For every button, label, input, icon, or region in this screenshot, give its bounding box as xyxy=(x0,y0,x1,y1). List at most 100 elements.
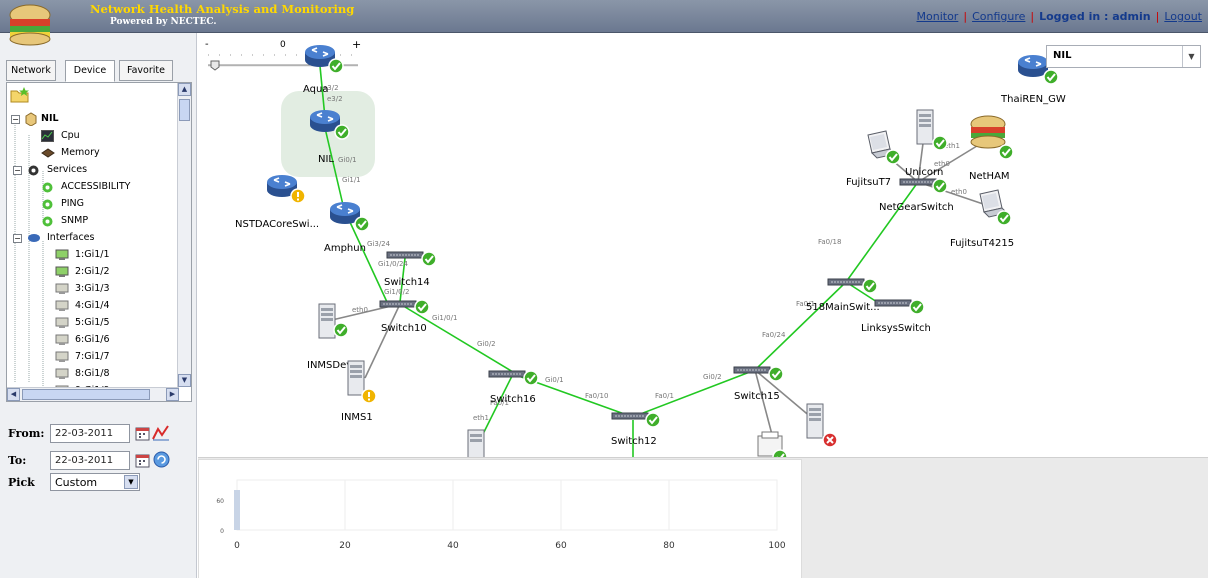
port-label: Fa0/18 xyxy=(818,238,841,246)
x-tick-label: 40 xyxy=(447,541,459,551)
collapse-toggle[interactable]: − xyxy=(13,234,22,243)
port-label: Gi1/0/1 xyxy=(432,314,457,322)
topology-canvas[interactable]: - 0 + e3/2 e3/2 Gi0/1 Gi1/1 Gi3/24 Gi1/0… xyxy=(198,33,1208,457)
node-inmsdev[interactable]: INMSDev xyxy=(307,303,352,371)
port-label: Gi1/1 xyxy=(342,176,361,184)
port-label: Gi0/1 xyxy=(545,376,564,384)
chart-icon[interactable] xyxy=(152,424,170,441)
header-bar: Network Health Analysis and Monitoring P… xyxy=(0,0,1208,33)
to-date-input[interactable]: 22-03-2011 xyxy=(50,451,130,470)
device-box-icon xyxy=(25,112,37,126)
port-label: e3/2 xyxy=(327,95,343,103)
node-netham[interactable]: NetHAM xyxy=(969,115,1014,182)
pick-label: Pick xyxy=(8,476,35,489)
node-fujitsut7[interactable]: FujitsuT7 xyxy=(846,130,901,188)
tree-item-label: NIL xyxy=(41,113,59,124)
scroll-up-button[interactable]: ▲ xyxy=(178,83,191,96)
tree-item-label: 7:Gi1/7 xyxy=(75,351,110,362)
pick-range-value: Custom xyxy=(55,476,98,489)
port-label: Gi0/2 xyxy=(477,340,496,348)
hscroll-thumb[interactable] xyxy=(22,389,150,400)
top-nav: Monitor | Configure | Logged in : admin | Logo… xyxy=(916,10,1202,23)
chart-panel: 0 20 40 60 80 100 60 0 xyxy=(198,459,802,578)
node-label: Switch15 xyxy=(734,391,780,402)
port-label: Gi0/1 xyxy=(338,156,357,164)
node-label: FujitsuT7 xyxy=(846,177,891,188)
tab-network[interactable]: Network xyxy=(6,60,56,81)
app-logo-icon xyxy=(9,4,51,46)
zoom-zero: 0 xyxy=(280,40,286,50)
zoom-plus[interactable]: + xyxy=(352,38,361,51)
from-calendar-icon[interactable] xyxy=(135,426,151,441)
node-label: LinksysSwitch xyxy=(861,323,931,334)
node-amphun[interactable]: Amphun xyxy=(324,201,370,254)
device-select-value: NIL xyxy=(1053,50,1072,61)
tab-favorite[interactable]: Favorite xyxy=(119,60,173,81)
interface-monitor-icon xyxy=(55,300,69,311)
refresh-icon[interactable] xyxy=(153,451,170,468)
to-calendar-icon[interactable] xyxy=(135,453,151,468)
monitor-link[interactable]: Monitor xyxy=(917,10,959,23)
node-switch12[interactable]: Switch12 xyxy=(611,412,661,447)
scroll-thumb[interactable] xyxy=(179,99,190,121)
node-fujitsut4215[interactable]: FujitsuT4215 xyxy=(950,189,1014,249)
node-label: Switch10 xyxy=(381,323,427,334)
port-label: eth1 xyxy=(473,414,489,422)
scroll-right-button[interactable]: ▶ xyxy=(166,388,179,401)
device-select[interactable]: NIL ▼ xyxy=(1046,45,1201,68)
port-label: Fa0/10 xyxy=(585,392,608,400)
chevron-down-icon[interactable]: ▼ xyxy=(124,475,138,489)
interface-monitor-icon xyxy=(55,351,69,362)
port-label: Gi3/24 xyxy=(367,240,391,248)
port-label: Fa0/1 xyxy=(655,392,674,400)
collapse-toggle[interactable]: − xyxy=(11,115,20,124)
node-partial-printer[interactable] xyxy=(757,431,788,457)
interface-monitor-icon xyxy=(55,317,69,328)
configure-link[interactable]: Configure xyxy=(972,10,1025,23)
zoom-minus[interactable]: - xyxy=(205,39,209,50)
traffic-chart: 0 20 40 60 80 100 60 0 xyxy=(216,479,786,551)
node-label: Switch16 xyxy=(490,394,536,405)
node-switch16[interactable]: Switch16 xyxy=(488,370,539,405)
scroll-down-button[interactable]: ▼ xyxy=(178,374,191,387)
topology-map[interactable]: - 0 + e3/2 e3/2 Gi0/1 Gi1/1 Gi3/24 Gi1/0… xyxy=(198,33,1208,457)
interface-monitor-icon xyxy=(55,283,69,294)
tree-item-label: 4:Gi1/4 xyxy=(75,300,110,311)
tree-item-label: ACCESSIBILITY xyxy=(61,181,131,192)
x-tick-label: 0 xyxy=(234,541,240,551)
node-label: NIL xyxy=(318,154,334,165)
tree-horizontal-scrollbar[interactable]: ◀ ▶ xyxy=(7,387,179,401)
node-label: NetHAM xyxy=(969,171,1010,182)
pick-range-select[interactable]: Custom ▼ xyxy=(50,473,140,491)
node-label: Switch12 xyxy=(611,436,657,447)
logout-link[interactable]: Logout xyxy=(1164,10,1202,23)
node-switch14[interactable]: Switch14 xyxy=(384,251,437,288)
node-partial-server[interactable] xyxy=(467,429,485,457)
service-gear-icon xyxy=(42,216,53,227)
x-tick-label: 60 xyxy=(555,541,567,551)
tree-item-label: 1:Gi1/1 xyxy=(75,249,110,260)
chevron-down-icon[interactable]: ▼ xyxy=(1182,46,1200,67)
tab-device[interactable]: Device xyxy=(65,60,115,82)
tree-item-label: Interfaces xyxy=(47,232,95,243)
interface-monitor-icon xyxy=(55,249,69,260)
node-unicorn[interactable]: Unicorn xyxy=(905,109,948,178)
x-tick-label: 100 xyxy=(768,541,785,551)
tree-vertical-scrollbar[interactable]: ▲ ▼ xyxy=(177,83,191,387)
favorite-folder-icon[interactable] xyxy=(10,86,30,104)
tree-item-label: Memory xyxy=(61,147,100,158)
x-tick-label: 20 xyxy=(339,541,351,551)
from-date-input[interactable]: 22-03-2011 xyxy=(50,424,130,443)
tree-item-label: 3:Gi1/3 xyxy=(75,283,110,294)
node-nstda[interactable]: NSTDACoreSwi... xyxy=(235,174,319,230)
node-label: NSTDACoreSwi... xyxy=(235,219,319,230)
zoom-handle[interactable] xyxy=(210,60,220,71)
tree-item-label: 8:Gi1/8 xyxy=(75,368,110,379)
node-label: NetGearSwitch xyxy=(879,202,954,213)
port-label: Gi1/0/2 xyxy=(384,288,409,296)
scroll-left-button[interactable]: ◀ xyxy=(7,388,20,401)
topology-links xyxy=(319,65,919,457)
node-down-server[interactable] xyxy=(806,403,838,448)
collapse-toggle[interactable]: − xyxy=(13,166,22,175)
node-label: INMS1 xyxy=(341,412,373,423)
